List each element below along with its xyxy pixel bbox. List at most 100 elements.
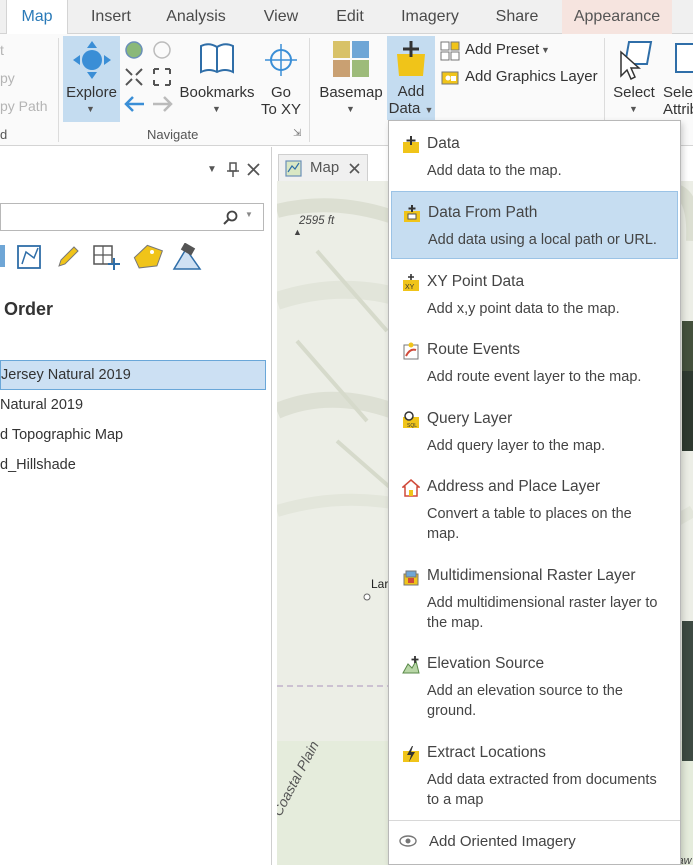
select-button[interactable]: Select ▼ [610,36,658,122]
menu-item-data-from-path[interactable]: Data From Path Add data using a local pa… [391,191,678,259]
menu-item-desc: Add x,y point data to the map. [427,301,620,317]
menu-item-route-events[interactable]: Route Events Add route event layer to th… [391,329,678,395]
clipboard-copy-label[interactable]: py [0,70,15,86]
zoom-out-fixed-icon[interactable] [152,67,172,87]
route-events-icon [403,342,419,360]
select-by-attributes-button[interactable]: Selec Attrib [660,36,693,122]
preset-grid-icon [440,41,460,61]
bookmarks-button[interactable]: Bookmarks ▼ [178,36,256,122]
menu-item-title: Route Events [427,341,521,358]
multidimensional-raster-icon [403,570,419,586]
basemap-button[interactable]: Basemap ▼ [318,36,384,122]
snapping-icon[interactable] [92,244,122,272]
menu-item-elevation-source[interactable]: Elevation Source Add an elevation source… [391,643,678,731]
tab-imagery[interactable]: Imagery [392,0,468,34]
ribbon-separator [309,38,310,142]
menu-item-desc: Add query layer to the map. [427,438,606,454]
layer-row[interactable]: d Topographic Map [0,421,123,451]
svg-text:SQL: SQL [407,423,417,429]
source-view-icon[interactable] [16,244,42,270]
menu-item-multidimensional-raster-layer[interactable]: Multidimensional Raster Layer Add multid… [391,555,678,643]
layer-row[interactable]: d_Hillshade [0,451,76,481]
navigate-group-label: Navigate [147,127,199,142]
add-data-icon [397,41,425,76]
menu-item-title: Data From Path [428,204,538,221]
query-layer-icon: SQL [403,411,419,429]
select-label: Select [613,84,655,101]
address-place-icon [402,479,420,497]
zoom-in-fixed-icon[interactable] [124,67,144,87]
ribbon-tab-bar: Map Insert Analysis View Edit Imagery Sh… [0,0,693,35]
pane-menu-chevron-icon[interactable]: ▼ [207,164,217,175]
select-by-attributes-icon [675,43,693,73]
tab-insert[interactable]: Insert [80,0,142,34]
layer-row[interactable]: Jersey Natural 2019 [0,360,266,390]
close-icon[interactable] [247,163,260,176]
menu-item-title: XY Point Data [427,273,525,290]
add-graphics-layer-label: Add Graphics Layer [465,68,598,85]
map-view-tab[interactable]: Map [278,154,368,182]
layer-label: d_Hillshade [0,457,76,473]
menu-item-title: Query Layer [427,410,513,427]
graphics-layer-icon [441,71,459,85]
chevron-down-icon: ▼ [629,104,638,114]
next-extent-icon[interactable] [151,94,173,114]
go-to-xy-label-line1: Go [270,84,291,101]
menu-item-desc: Add multidimensional raster layer to the… [427,595,658,631]
tab-map[interactable]: Map [6,0,68,35]
tab-analysis[interactable]: Analysis [158,0,234,34]
search-icon[interactable] [223,210,239,226]
globe-faded-icon[interactable] [152,40,172,60]
add-data-button[interactable]: Add Data ▼ [387,36,435,120]
clipboard-copy-path-label[interactable]: py Path [0,98,47,114]
add-preset-label: Add Preset [465,41,540,58]
tab-edit[interactable]: Edit [326,0,374,34]
globe-icon[interactable] [124,40,144,60]
menu-item-title: Address and Place Layer [427,478,601,495]
layer-row[interactable]: Natural 2019 [0,391,83,421]
add-data-label-line2: Data [388,100,421,117]
oriented-imagery-icon [399,835,417,847]
previous-extent-icon[interactable] [124,94,146,114]
layer-label: Jersey Natural 2019 [1,367,131,383]
menu-item-data[interactable]: Data Add data to the map. [391,123,678,189]
dialog-launcher-icon[interactable]: ⇲ [293,128,301,139]
close-icon[interactable] [349,163,360,174]
chevron-down-icon[interactable]: ▼ [245,210,253,219]
explore-label: Explore [66,84,117,101]
crosshair-icon [265,44,297,76]
menu-item-add-oriented-imagery[interactable]: Add Oriented Imagery [391,822,678,862]
menu-item-title: Multidimensional Raster Layer [427,567,636,584]
menu-item-query-layer[interactable]: SQL Query Layer Add query layer to the m… [391,398,678,464]
bookmarks-icon [200,43,234,74]
menu-item-extract-locations[interactable]: Extract Locations Add data extracted fro… [391,732,678,820]
pencil-icon[interactable] [55,244,81,270]
menu-item-desc: Add an elevation source to the ground. [427,683,623,719]
menu-item-xy-point-data[interactable]: XY XY Point Data Add x,y point data to t… [391,261,678,327]
tab-appearance[interactable]: Appearance [562,0,672,34]
add-data-label-line1: Add [397,83,425,100]
menu-item-desc: Add data to the map. [427,163,562,179]
svg-text:XY: XY [405,284,415,291]
map-icon [285,160,302,177]
chevron-down-icon: ▼ [212,104,221,114]
layer-label: Natural 2019 [0,397,84,413]
xy-point-icon: XY [403,274,419,291]
search-input[interactable]: ▼ [0,203,264,231]
menu-item-address-and-place-layer[interactable]: Address and Place Layer Convert a table … [391,466,678,554]
explore-button[interactable]: Explore ▼ [63,36,120,122]
pin-icon[interactable] [226,162,240,178]
chevron-down-icon: ▼ [541,45,550,55]
select-by-attributes-label: Selec Attrib [663,84,693,118]
chevron-down-icon: ▼ [424,105,434,115]
drawing-order-icon[interactable] [0,243,6,269]
go-to-xy-button[interactable]: Go To XY [258,36,304,122]
data-from-path-icon [404,205,420,222]
tab-view[interactable]: View [254,0,308,34]
labeling-icon[interactable] [133,244,163,272]
tab-share[interactable]: Share [488,0,546,34]
clipboard-cut-label[interactable]: t [0,42,4,58]
perspective-imagery-icon[interactable] [172,243,204,273]
basemap-label: Basemap [319,84,383,101]
map-tab-label: Map [310,159,340,176]
